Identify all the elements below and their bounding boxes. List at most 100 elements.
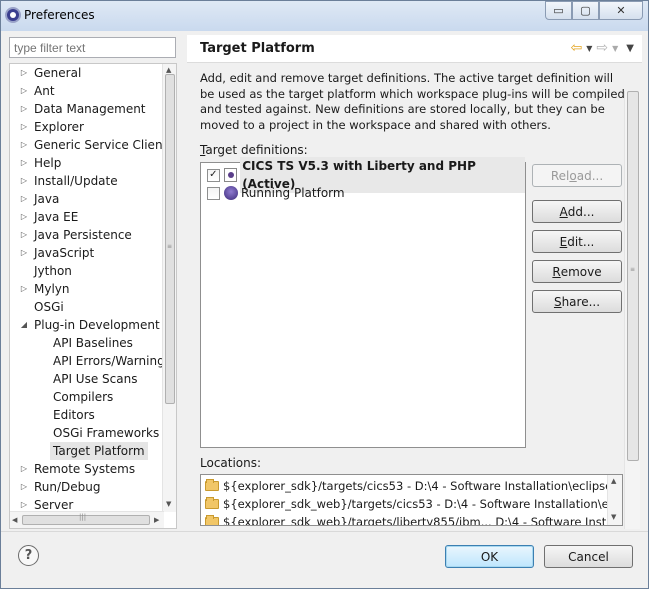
tree-horizontal-scrollbar[interactable]: ◀ ||| ▶ [10, 511, 164, 528]
tree-item-label: OSGi [34, 300, 64, 314]
target-definitions-list: ✓ CICS TS V5.3 with Liberty and PHP (Act… [200, 157, 526, 448]
tree-item-label: Ant [34, 84, 55, 98]
tree-item-label: Editors [53, 408, 95, 422]
maximize-icon: ▢ [580, 4, 591, 17]
definition-name: Running Platform [241, 186, 345, 200]
target-definitions-label: Target definitions: [200, 143, 308, 157]
scroll-up-icon[interactable]: ▲ [166, 66, 171, 74]
hgrip-icon: ||| [79, 513, 87, 521]
grip-icon: ≡ [630, 266, 636, 273]
tree-item-label: Run/Debug [34, 480, 101, 494]
footer-divider [1, 531, 648, 532]
collapsed-arrow-icon[interactable]: ▷ [19, 460, 29, 478]
collapsed-arrow-icon [38, 334, 48, 352]
tree-item-label: API Baselines [53, 336, 133, 350]
scroll-left-icon[interactable]: ◀ [12, 516, 17, 524]
tree-item-label: OSGi Frameworks [53, 426, 160, 440]
location-row[interactable]: ${explorer_sdk_web}/targets/liberty855/i… [205, 513, 622, 525]
page-navigation: ⇦ ▼ ⇨ ▼ ▼ [571, 40, 634, 56]
folder-icon [205, 515, 219, 525]
cics-target-icon [223, 168, 238, 182]
collapsed-arrow-icon[interactable]: ▷ [19, 190, 29, 208]
page-scrollbar[interactable]: ≡ [624, 91, 640, 529]
page-scroll-thumb[interactable]: ≡ [627, 91, 639, 461]
minimize-button[interactable]: ▭ [545, 1, 572, 20]
add-button[interactable]: Add... [532, 200, 622, 223]
close-icon: ✕ [616, 4, 626, 17]
page-title: Target Platform [200, 41, 315, 56]
collapsed-arrow-icon [38, 424, 48, 442]
tree-item-label: Compilers [53, 390, 114, 404]
share-button[interactable]: Share... [532, 290, 622, 313]
window-title: Preferences [24, 8, 95, 22]
scroll-down-icon[interactable]: ▼ [611, 513, 616, 521]
collapsed-arrow-icon[interactable]: ▷ [19, 82, 29, 100]
maximize-button[interactable]: ▢ [572, 1, 599, 20]
tree-item-label: Mylyn [34, 282, 70, 296]
forward-arrow-icon[interactable]: ⇨ [596, 40, 608, 56]
close-button[interactable]: ✕ [599, 1, 643, 20]
collapsed-arrow-icon[interactable]: ▷ [19, 136, 29, 154]
forward-dropdown-icon[interactable]: ▼ [612, 44, 618, 53]
tree-item-label: Java Persistence [34, 228, 132, 242]
location-path: ${explorer_sdk}/targets/cics53 - D:\4 - … [223, 479, 623, 493]
page-content: Add, edit and remove target definitions.… [187, 64, 641, 529]
definition-row[interactable]: ✓ CICS TS V5.3 with Liberty and PHP (Act… [207, 157, 525, 193]
collapsed-arrow-icon[interactable]: ▷ [19, 172, 29, 190]
tree-item-label: Target Platform [50, 442, 148, 460]
locations-scrollbar[interactable]: ▲ ▼ [607, 475, 622, 525]
collapsed-arrow-icon[interactable]: ▷ [19, 478, 29, 496]
collapsed-arrow-icon[interactable]: ▷ [19, 226, 29, 244]
collapsed-arrow-icon [19, 298, 29, 316]
location-row[interactable]: ${explorer_sdk_web}/targets/cics53 - D:\… [205, 495, 622, 513]
collapsed-arrow-icon[interactable]: ▷ [19, 208, 29, 226]
cancel-button[interactable]: Cancel [544, 545, 633, 568]
tree-item-label: Jython [34, 264, 72, 278]
back-arrow-icon[interactable]: ⇦ [571, 40, 583, 56]
remove-button[interactable]: Remove [532, 260, 622, 283]
tree-item-label: Java [34, 192, 60, 206]
tree-item-label: Remote Systems [34, 462, 136, 476]
collapsed-arrow-icon[interactable]: ▷ [19, 244, 29, 262]
expanded-arrow-icon[interactable]: ◢ [19, 316, 29, 334]
definition-checkbox[interactable] [207, 186, 220, 200]
tree-item-label: Generic Service Client [34, 138, 168, 152]
definition-row[interactable]: Running Platform [207, 184, 345, 202]
page-header: Target Platform ⇦ ▼ ⇨ ▼ ▼ [187, 35, 642, 63]
panel-sash[interactable] [181, 37, 185, 529]
tree-vertical-scrollbar[interactable]: ▲ ≡ ▼ [162, 64, 176, 512]
collapsed-arrow-icon [38, 370, 48, 388]
title-bar[interactable]: Preferences ▭ ▢ ✕ [1, 1, 648, 31]
view-menu-icon[interactable]: ▼ [626, 43, 634, 54]
collapsed-arrow-icon [38, 442, 48, 460]
location-row[interactable]: ${explorer_sdk}/targets/cics53 - D:\4 - … [205, 477, 623, 495]
tree-item-label: API Use Scans [53, 372, 138, 386]
ok-button[interactable]: OK [445, 545, 534, 568]
scroll-up-icon[interactable]: ▲ [611, 477, 616, 485]
reload-button[interactable]: Rel o ad... [532, 164, 622, 187]
tree-item-label: Plug-in Development [34, 318, 160, 332]
tree-hscroll-thumb[interactable]: ||| [22, 513, 150, 525]
collapsed-arrow-icon [19, 262, 29, 280]
eclipse-platform-icon [224, 186, 238, 200]
collapsed-arrow-icon[interactable]: ▷ [19, 100, 29, 118]
page-description: Add, edit and remove target definitions.… [200, 71, 625, 132]
filter-input[interactable] [9, 37, 176, 58]
scroll-right-icon[interactable]: ▶ [154, 516, 159, 524]
tree-item-label: Data Management [34, 102, 146, 116]
collapsed-arrow-icon[interactable]: ▷ [19, 154, 29, 172]
tree-scroll-thumb[interactable]: ≡ [165, 74, 175, 404]
collapsed-arrow-icon [38, 352, 48, 370]
edit-button[interactable]: Edit... [532, 230, 622, 253]
help-icon[interactable]: ? [18, 545, 39, 566]
collapsed-arrow-icon [38, 406, 48, 424]
folder-icon [205, 497, 219, 509]
back-dropdown-icon[interactable]: ▼ [586, 44, 592, 53]
collapsed-arrow-icon[interactable]: ▷ [19, 280, 29, 298]
collapsed-arrow-icon[interactable]: ▷ [19, 64, 29, 82]
minimize-icon: ▭ [553, 4, 564, 17]
definition-checkbox[interactable]: ✓ [207, 168, 220, 182]
tree-item-label: Help [34, 156, 62, 170]
collapsed-arrow-icon[interactable]: ▷ [19, 118, 29, 136]
scroll-down-icon[interactable]: ▼ [166, 500, 171, 508]
